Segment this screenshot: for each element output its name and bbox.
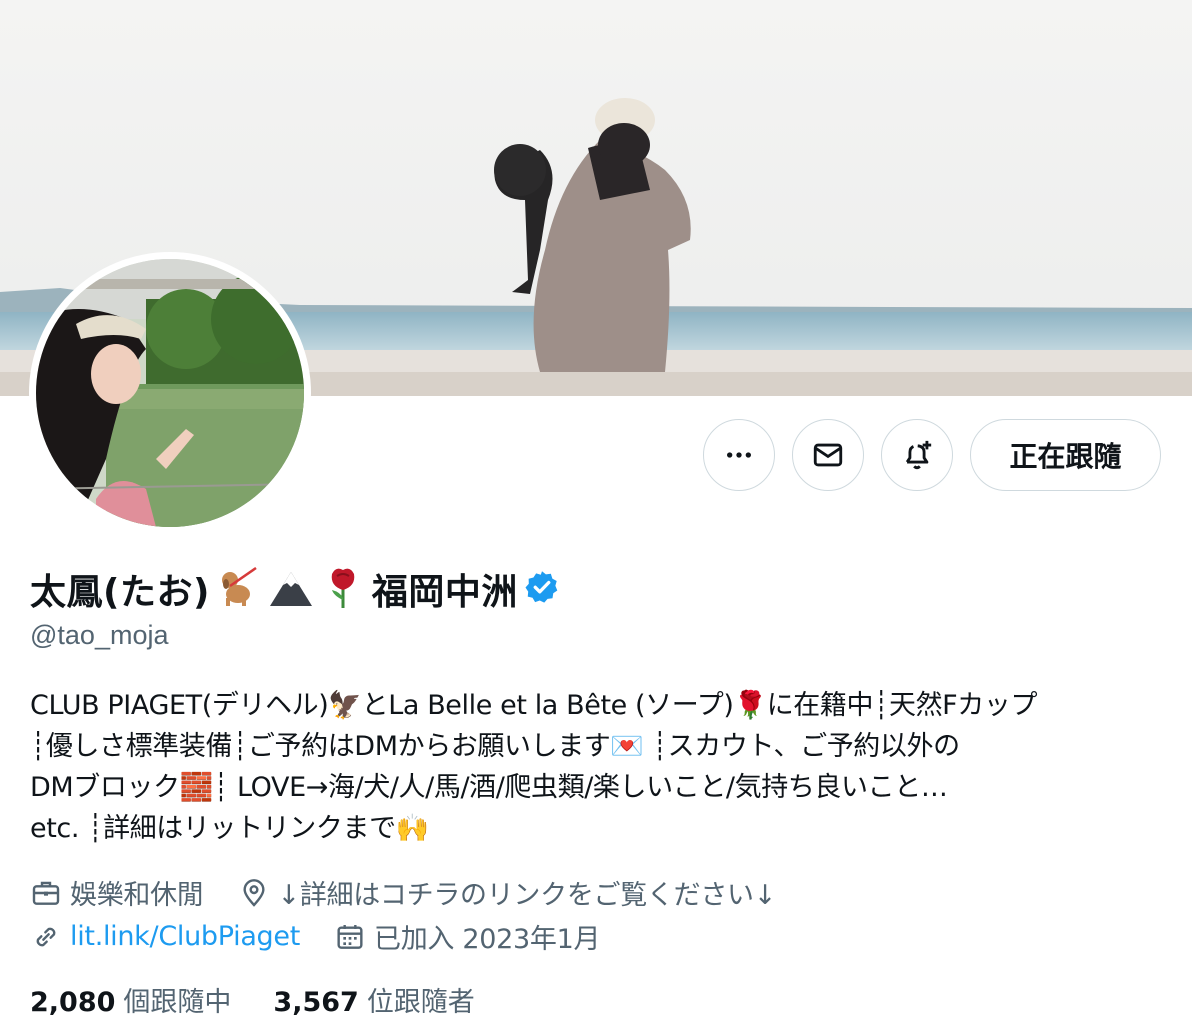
notifications-button[interactable] bbox=[881, 419, 953, 491]
profile-meta-row-2: lit.link/ClubPiaget 已加入 2023年1月 bbox=[30, 917, 600, 956]
bio-line: CLUB PIAGET(デリヘル)🦅とLa Belle et la Bête (… bbox=[30, 690, 1038, 721]
website-item[interactable]: lit.link/ClubPiaget bbox=[30, 921, 300, 953]
avatar-image bbox=[36, 259, 304, 527]
bell-plus-icon bbox=[905, 440, 932, 470]
follow-stats: 2,080 個跟隨中 3,567 位跟隨者 bbox=[30, 980, 475, 1019]
rose-emoji-icon bbox=[320, 564, 366, 615]
followers-label: 位跟隨者 bbox=[366, 987, 475, 1018]
following-stat[interactable]: 2,080 個跟隨中 bbox=[30, 980, 231, 1019]
followers-stat[interactable]: 3,567 位跟隨者 bbox=[273, 980, 474, 1019]
avatar[interactable] bbox=[29, 252, 311, 534]
display-name-location: 福岡中洲 bbox=[371, 572, 518, 613]
category-text: 娛樂和休閒 bbox=[70, 880, 204, 911]
mail-icon bbox=[813, 443, 843, 467]
verified-icon[interactable] bbox=[524, 569, 560, 610]
following-label: 個跟隨中 bbox=[123, 987, 232, 1018]
joined-item: 已加入 2023年1月 bbox=[334, 917, 600, 956]
category-item: 娛樂和休閒 bbox=[30, 873, 204, 912]
user-handle: @tao_moja bbox=[30, 620, 169, 650]
bio-line: etc. ┊詳細はリットリンクまで🙌 bbox=[30, 813, 429, 844]
more-button[interactable] bbox=[703, 419, 775, 491]
profile-actions: 正在跟隨 bbox=[703, 419, 1161, 491]
display-name-row: 太鳳(たお) 福岡中洲 bbox=[30, 563, 560, 615]
location-item: ↓詳細はコチラのリンクをご覧ください↓ bbox=[238, 873, 777, 912]
message-button[interactable] bbox=[792, 419, 864, 491]
followers-count: 3,567 bbox=[273, 987, 359, 1018]
following-count: 2,080 bbox=[30, 987, 116, 1018]
briefcase-icon bbox=[32, 881, 60, 905]
dog-emoji-icon bbox=[216, 564, 262, 615]
mountain-emoji-icon bbox=[268, 564, 314, 615]
profile-meta-row-1: 娛樂和休閒 ↓詳細はコチラのリンクをご覧ください↓ bbox=[30, 873, 776, 912]
bio-line: DMブロック🧱┊ LOVE→海/犬/人/馬/酒/爬虫類/楽しいこと/気持ち良いこ… bbox=[30, 772, 948, 803]
following-button[interactable]: 正在跟隨 bbox=[970, 419, 1161, 491]
bio-line: ┊優しさ標準装備┊ご予約はDMからお願いします💌 ┊スカウト、ご予約以外の bbox=[30, 731, 960, 762]
link-icon bbox=[36, 927, 56, 946]
display-name: 太鳳(たお) bbox=[30, 572, 210, 613]
profile-bio: CLUB PIAGET(デリヘル)🦅とLa Belle et la Bête (… bbox=[30, 685, 1170, 849]
more-icon bbox=[727, 452, 751, 458]
location-text: ↓詳細はコチラのリンクをご覧ください↓ bbox=[277, 880, 777, 911]
joined-text: 已加入 2023年1月 bbox=[374, 924, 601, 955]
website-link[interactable]: lit.link/ClubPiaget bbox=[70, 921, 300, 952]
location-pin-icon bbox=[242, 878, 265, 907]
calendar-icon bbox=[337, 924, 363, 949]
